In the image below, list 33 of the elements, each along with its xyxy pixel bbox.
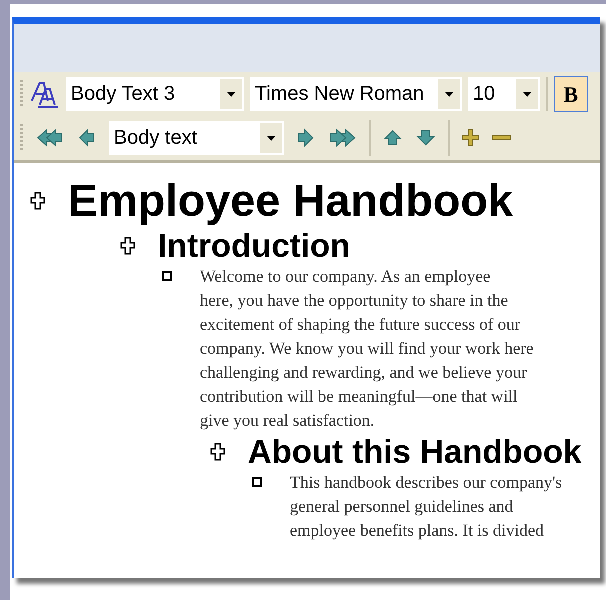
outline-heading: About this Handbook bbox=[248, 432, 582, 471]
body-text-bullet-icon bbox=[162, 270, 172, 281]
body-text-bullet-icon bbox=[252, 476, 262, 487]
expand-icon[interactable] bbox=[120, 236, 136, 255]
promote-to-heading-icon[interactable] bbox=[35, 127, 65, 149]
toolbar-grip-icon bbox=[20, 80, 24, 108]
outline-heading: Introduction bbox=[158, 226, 350, 265]
body-paragraph: Welcome to our company. As an employee here, you have the opportunity to share in the excitement of shaping the future success of our company. We know you will find your work here challenging and rewarding, and we believe your contribution will be meaningful—one that will give you real satisfaction. bbox=[200, 266, 534, 432]
style-combo[interactable]: Body Text 3 bbox=[66, 77, 244, 111]
dropdown-button[interactable] bbox=[516, 79, 538, 109]
outline-level-combo[interactable]: Body text bbox=[109, 121, 284, 155]
outline-heading: Employee Handbook bbox=[68, 175, 514, 227]
dropdown-button[interactable] bbox=[260, 123, 282, 153]
collapse-icon[interactable] bbox=[492, 135, 512, 141]
combo-value: Times New Roman bbox=[254, 82, 426, 107]
expand-icon[interactable] bbox=[210, 442, 226, 461]
styles-icon[interactable] bbox=[30, 79, 60, 109]
size-combo[interactable]: 10 bbox=[468, 77, 540, 111]
toolbar-grip-icon bbox=[20, 124, 24, 152]
combo-value: Body text bbox=[113, 126, 198, 151]
bold-button[interactable]: B bbox=[554, 76, 588, 112]
caret-icon bbox=[226, 92, 236, 96]
body-paragraph: This handbook describes our company's general personnel guidelines and employee benefits plans. It is divided bbox=[290, 472, 562, 542]
combo-value: Body Text 3 bbox=[70, 82, 176, 107]
caret-icon bbox=[444, 92, 454, 96]
dropdown-button[interactable] bbox=[220, 79, 242, 109]
font-combo[interactable]: Times New Roman bbox=[250, 77, 462, 111]
caret-icon bbox=[522, 92, 532, 96]
demote-to-body-icon[interactable] bbox=[328, 127, 358, 149]
dropdown-button[interactable] bbox=[438, 79, 460, 109]
caret-icon bbox=[266, 136, 276, 140]
combo-value: 10 bbox=[472, 82, 496, 107]
expand-icon[interactable] bbox=[30, 192, 46, 210]
